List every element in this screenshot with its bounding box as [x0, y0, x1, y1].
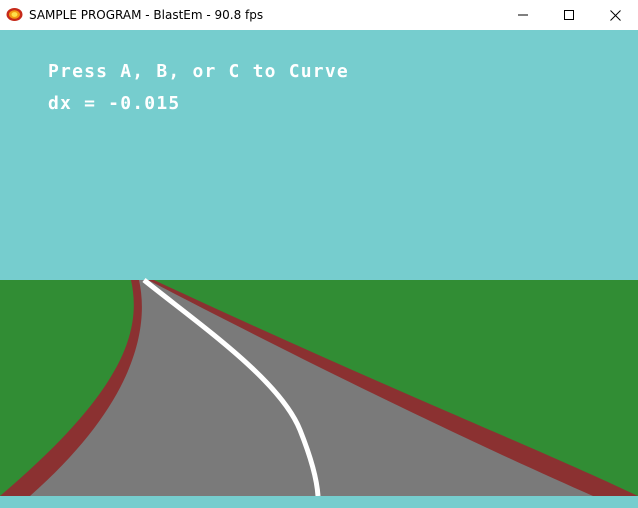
- minimize-icon: [518, 14, 528, 16]
- maximize-icon: [564, 10, 574, 20]
- window-title: SAMPLE PROGRAM - BlastEm - 90.8 fps: [29, 8, 264, 22]
- title-bar[interactable]: SAMPLE PROGRAM - BlastEm - 90.8 fps: [0, 0, 638, 30]
- bottom-strip: [0, 496, 638, 508]
- maximize-button[interactable]: [546, 0, 592, 30]
- close-button[interactable]: [592, 0, 638, 30]
- game-viewport[interactable]: Press A, B, or C to Curve dx = -0.015: [0, 30, 638, 508]
- minimize-button[interactable]: [500, 0, 546, 30]
- curve-instruction: Press A, B, or C to Curve: [48, 61, 349, 82]
- dx-readout: dx = -0.015: [48, 93, 181, 114]
- close-icon: [609, 9, 621, 21]
- emulator-window: SAMPLE PROGRAM - BlastEm - 90.8 fps Pres…: [0, 0, 638, 508]
- blastem-icon: [6, 8, 23, 21]
